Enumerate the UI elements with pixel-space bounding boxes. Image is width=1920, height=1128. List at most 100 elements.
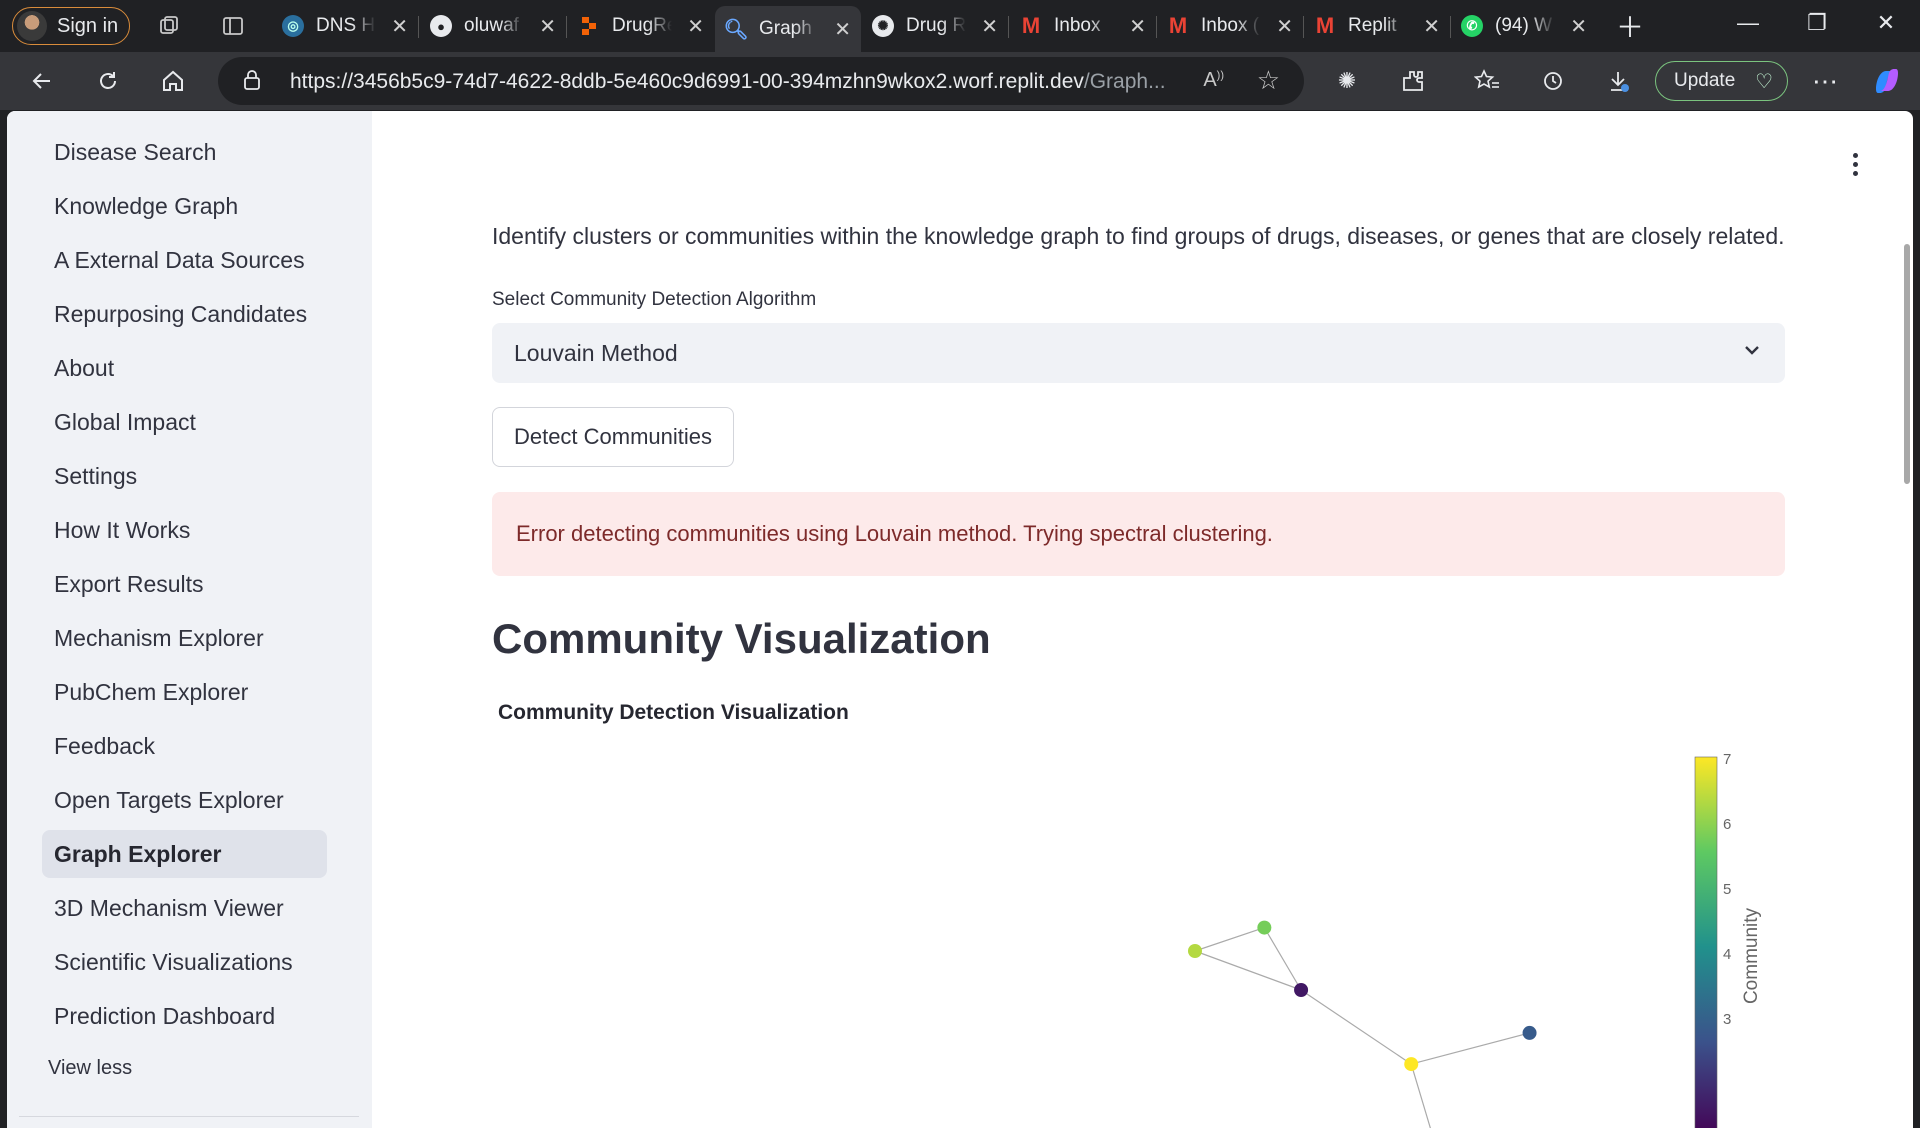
- url-text[interactable]: https://3456b5c9-74d7-4622-8ddb-5e460c9d…: [290, 70, 1166, 94]
- extensions-icon[interactable]: [1398, 66, 1428, 96]
- sidebar-item-how-it-works[interactable]: How It Works: [42, 506, 327, 554]
- chart-title: Community Detection Visualization: [498, 701, 849, 724]
- avatar: [17, 11, 47, 41]
- sidebar-item-about[interactable]: About: [42, 344, 327, 392]
- close-tab-icon[interactable]: ✕: [1570, 14, 1587, 39]
- signin-label: Sign in: [57, 14, 119, 37]
- minimize-icon[interactable]: —: [1728, 10, 1768, 36]
- tab-strip: Sign in ◎ DNS H ✕ ● oluwaf ✕ DrugRe ✕ 🔍︎…: [0, 0, 1920, 52]
- sidebar-item-knowledge-graph[interactable]: Knowledge Graph: [42, 182, 327, 230]
- sidebar-item-open-targets-explorer[interactable]: Open Targets Explorer: [42, 776, 327, 824]
- gmail-icon: M: [1168, 13, 1188, 38]
- tab-dns[interactable]: ◎ DNS H ✕: [272, 6, 419, 46]
- divider: [19, 1116, 359, 1117]
- close-tab-icon[interactable]: ✕: [391, 14, 408, 39]
- browser-toolbar: https://3456b5c9-74d7-4622-8ddb-5e460c9d…: [0, 52, 1920, 110]
- heart-icon: ♡: [1755, 71, 1773, 93]
- detect-communities-button[interactable]: Detect Communities: [492, 407, 734, 467]
- read-aloud-icon[interactable]: A)): [1203, 69, 1224, 92]
- more-options-icon[interactable]: ⋯: [1810, 66, 1840, 96]
- sidebar-item-3d-mechanism-viewer[interactable]: 3D Mechanism Viewer: [42, 884, 327, 932]
- algorithm-select[interactable]: Louvain Method: [492, 323, 1785, 383]
- chatgpt-extension-icon[interactable]: ✺: [1332, 66, 1362, 96]
- graph-edge: [1194, 927, 1265, 952]
- graph-edge: [1410, 1063, 1431, 1128]
- history-icon[interactable]: [1538, 66, 1568, 96]
- sidebar-item-export-results[interactable]: Export Results: [42, 560, 327, 608]
- chevron-down-icon: [1745, 346, 1759, 355]
- sidebar-item-settings[interactable]: Settings: [42, 452, 327, 500]
- colorbar-tick-label: 4: [1723, 946, 1731, 963]
- close-tab-icon[interactable]: ✕: [1276, 14, 1293, 39]
- back-icon[interactable]: [27, 66, 57, 96]
- close-tab-icon[interactable]: ✕: [687, 14, 704, 39]
- restore-icon[interactable]: ❐: [1797, 10, 1837, 36]
- colorbar-title: Community: [1741, 907, 1762, 1004]
- close-tab-icon[interactable]: ✕: [834, 17, 851, 42]
- scrollbar-thumb[interactable]: [1904, 244, 1910, 484]
- search-icon: 🔍︎: [723, 18, 749, 41]
- close-tab-icon[interactable]: ✕: [981, 14, 998, 39]
- sidebar-item-graph-explorer[interactable]: Graph Explorer: [42, 830, 327, 878]
- tab-graph-active[interactable]: 🔍︎ Graph ✕: [715, 6, 861, 52]
- favorite-star-icon[interactable]: ☆: [1257, 65, 1280, 96]
- tab-inbox-2[interactable]: M Inbox ( ✕: [1157, 6, 1304, 46]
- view-less-link[interactable]: View less: [48, 1057, 132, 1080]
- openai-icon: ✺: [872, 15, 894, 37]
- main-menu-kebab-icon[interactable]: [1853, 153, 1861, 177]
- sidebar-item-external-data-sources[interactable]: A External Data Sources: [42, 236, 327, 284]
- graph-node[interactable]: [1522, 1025, 1537, 1040]
- close-window-icon[interactable]: ✕: [1866, 10, 1906, 36]
- sidebar-item-pubchem-explorer[interactable]: PubChem Explorer: [42, 668, 327, 716]
- profile-signin-button[interactable]: Sign in: [12, 7, 130, 45]
- home-icon[interactable]: [158, 66, 188, 96]
- tab-drug-r[interactable]: ✺ Drug R ✕: [862, 6, 1009, 46]
- sidebar-item-disease-search[interactable]: Disease Search: [42, 128, 327, 176]
- close-tab-icon[interactable]: ✕: [539, 14, 556, 39]
- lock-icon[interactable]: [244, 70, 260, 90]
- favorites-icon[interactable]: [1472, 66, 1502, 96]
- graph-edge: [1300, 989, 1412, 1065]
- copilot-icon[interactable]: [1872, 66, 1902, 96]
- sidebar-item-repurposing-candidates[interactable]: Repurposing Candidates: [42, 290, 327, 338]
- page-scrollbar[interactable]: [1901, 111, 1913, 1128]
- dns-icon: ◎: [282, 15, 304, 37]
- tab-replit[interactable]: M Replit ✕: [1304, 6, 1451, 46]
- sidebar-item-feedback[interactable]: Feedback: [42, 722, 327, 770]
- replit-icon: [578, 15, 600, 37]
- close-tab-icon[interactable]: ✕: [1129, 14, 1146, 39]
- whatsapp-icon: ✆: [1461, 15, 1483, 37]
- sidebar-item-prediction-dashboard[interactable]: Prediction Dashboard: [42, 992, 327, 1040]
- algorithm-select-label: Select Community Detection Algorithm: [492, 289, 817, 310]
- main-content: Identify clusters or communities within …: [372, 111, 1913, 1128]
- graph-edge: [1194, 950, 1302, 991]
- gmail-icon: M: [1315, 13, 1335, 38]
- graph-node[interactable]: [1294, 983, 1309, 997]
- workspaces-icon[interactable]: [155, 12, 183, 40]
- graph-node[interactable]: [1257, 920, 1272, 935]
- community-graph-chart[interactable]: 3 4 5 6 7 Community: [372, 731, 1913, 1128]
- sidebar-item-scientific-visualizations[interactable]: Scientific Visualizations: [42, 938, 327, 986]
- downloads-icon[interactable]: [1603, 66, 1633, 96]
- sidebar-item-mechanism-explorer[interactable]: Mechanism Explorer: [42, 614, 327, 662]
- update-button[interactable]: Update ♡: [1655, 61, 1788, 101]
- colorbar-tick-label: 5: [1723, 881, 1731, 898]
- tab-actions-icon[interactable]: [219, 12, 247, 40]
- sidebar-item-global-impact[interactable]: Global Impact: [42, 398, 327, 446]
- new-tab-icon[interactable]: ＋: [1610, 6, 1650, 46]
- address-bar[interactable]: https://3456b5c9-74d7-4622-8ddb-5e460c9d…: [218, 57, 1304, 105]
- colorbar: [1694, 756, 1718, 1128]
- github-icon: ●: [430, 15, 452, 37]
- tab-inbox-1[interactable]: M Inbox ✕: [1010, 6, 1157, 46]
- refresh-icon[interactable]: [93, 66, 123, 96]
- tab-github[interactable]: ● oluwaf ✕: [420, 6, 567, 46]
- gmail-icon: M: [1021, 13, 1041, 38]
- colorbar-tick-label: 7: [1723, 751, 1731, 768]
- close-tab-icon[interactable]: ✕: [1423, 14, 1440, 39]
- graph-edge: [1263, 927, 1302, 991]
- graph-node[interactable]: [1404, 1057, 1419, 1072]
- page-description: Identify clusters or communities within …: [492, 223, 1785, 249]
- graph-node[interactable]: [1188, 944, 1202, 958]
- tab-drugre[interactable]: DrugRe ✕: [568, 6, 714, 46]
- tab-whatsapp[interactable]: ✆ (94) W ✕: [1451, 6, 1597, 46]
